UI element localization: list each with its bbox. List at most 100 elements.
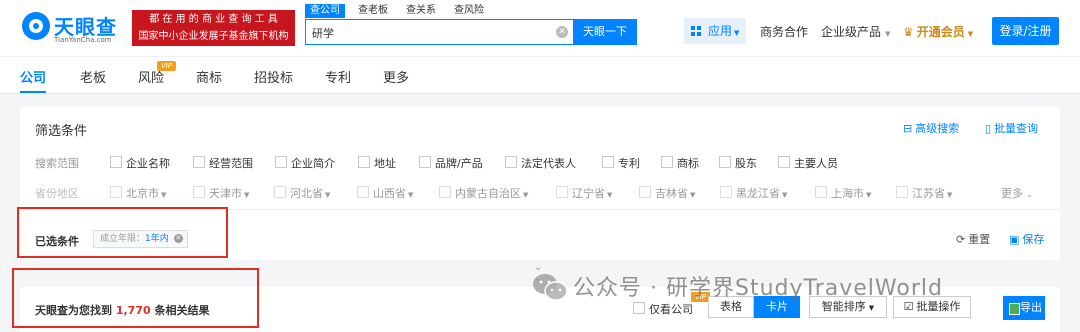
advanced-search-link[interactable]: ⊟ 高级搜索 [903, 120, 959, 136]
search-box: 研学 ✕ 天眼一下 [305, 19, 637, 45]
enterprise-products-menu[interactable]: 企业级产品 ▼ [821, 23, 890, 40]
login-register-button[interactable]: 登录/注册 [992, 17, 1059, 45]
more-regions-button[interactable]: 更多 ⌄ [1001, 185, 1033, 201]
caret-down-icon: ▼ [607, 191, 613, 199]
apps-menu-button[interactable]: 应用 ▼ [684, 18, 746, 44]
province-jilin[interactable]: 吉林省 ▼ [639, 185, 695, 201]
slogan-line-2: 国家中小企业发展子基金旗下机构 [138, 31, 289, 42]
province-tianjin[interactable]: 天津市 ▼ [193, 185, 249, 201]
document-icon: ▯ [985, 122, 992, 135]
caret-down-icon: ▼ [866, 191, 872, 199]
province-label: 黑龙江省 [736, 187, 780, 200]
province-label: 内蒙古自治区 [455, 187, 521, 200]
export-button[interactable]: 导出 [1003, 296, 1045, 320]
clear-icon[interactable]: ✕ [556, 26, 568, 38]
vip-badge: VIP [157, 61, 176, 71]
province-hebei[interactable]: 河北省 ▼ [274, 185, 330, 201]
filter-icon: ⊟ [903, 122, 913, 135]
business-cooperation-link[interactable]: 商务合作 [760, 23, 808, 40]
chevron-down-icon: ▼ [967, 30, 974, 38]
search-tab-relation[interactable]: 查关系 [401, 4, 441, 18]
search-tab-boss[interactable]: 查老板 [353, 4, 393, 18]
save-label: 保存 [1022, 233, 1045, 246]
province-label: 山西省 [373, 187, 406, 200]
search-tab-risk[interactable]: 查风险 [449, 4, 489, 18]
scope-checkbox-patent[interactable]: 专利 [602, 155, 640, 171]
wechat-icon [533, 274, 568, 301]
tab-boss[interactable]: 老板 [80, 67, 106, 86]
scope-checkbox-company-intro[interactable]: 企业简介 [275, 155, 335, 171]
tab-more[interactable]: 更多 [383, 67, 409, 86]
result-type-tabs: 公司 老板 风险 VIP 商标 招投标 专利 更多 [0, 56, 1080, 94]
only-company-checkbox[interactable]: 仅看公司 [633, 301, 693, 317]
caret-down-icon: ▼ [325, 191, 331, 199]
batch-query-label: 批量查询 [994, 122, 1039, 135]
caret-down-icon: ▼ [782, 191, 788, 199]
reset-button[interactable]: ⟳ 重置 [956, 231, 990, 247]
search-type-tabs: 查公司 查老板 查关系 查风险 [305, 4, 497, 18]
tab-bidding[interactable]: 招投标 [254, 67, 293, 86]
scope-checkbox-company-name[interactable]: 企业名称 [110, 155, 170, 171]
vip-membership-menu[interactable]: ♛ 开通会员 ▼ [903, 23, 973, 40]
apps-label: 应用 [708, 24, 733, 38]
tianyancha-logo[interactable]: 天眼查 TianYanCha.com [22, 8, 126, 48]
province-heilongjiang[interactable]: 黑龙江省 ▼ [720, 185, 787, 201]
province-label: 辽宁省 [572, 187, 605, 200]
watermark-text: 公众号 · 研学界StudyTravelWorld [573, 276, 943, 301]
search-scope-label: 搜索范围 [35, 157, 79, 170]
scope-checkbox-key-personnel[interactable]: 主要人员 [778, 155, 838, 171]
scope-checkbox-address[interactable]: 地址 [358, 155, 396, 171]
save-icon: ▣ [1009, 233, 1020, 246]
caret-down-icon: ▼ [244, 191, 250, 199]
enterprise-products-label: 企业级产品 [821, 25, 882, 39]
scope-checkbox-trademark[interactable]: 商标 [661, 155, 699, 171]
province-inner-mongolia[interactable]: 内蒙古自治区 ▼ [439, 185, 528, 201]
refresh-icon: ⟳ [956, 233, 966, 246]
province-label: 河北省 [290, 187, 323, 200]
tab-trademark[interactable]: 商标 [196, 67, 222, 86]
province-label: 吉林省 [655, 187, 688, 200]
caret-down-icon: ▼ [734, 29, 740, 37]
caret-down-icon: ▼ [408, 191, 414, 199]
caret-down-icon: ▼ [523, 191, 529, 199]
more-label: 更多 [1001, 187, 1023, 200]
caret-down-icon: ▼ [868, 304, 875, 312]
save-button[interactable]: ▣ 保存 [1009, 231, 1044, 247]
vip-label: 开通会员 [916, 25, 965, 39]
filter-title: 筛选条件 [35, 124, 88, 139]
batch-query-link[interactable]: ▯ 批量查询 [985, 120, 1038, 136]
province-label: 天津市 [209, 187, 242, 200]
province-label: 江苏省 [912, 187, 945, 200]
chevron-down-icon: ⌄ [1026, 190, 1033, 199]
province-label: 上海市 [831, 187, 864, 200]
caret-down-icon: ▼ [947, 191, 953, 199]
caret-down-icon: ▼ [161, 191, 167, 199]
crown-icon: ♛ [903, 25, 914, 39]
caret-down-icon: ▼ [690, 191, 696, 199]
highlight-box-result-count [12, 268, 259, 328]
eye-logo-icon [22, 12, 50, 40]
tab-patent[interactable]: 专利 [325, 67, 351, 86]
slogan-banner: 都 在 用 的 商 业 查 询 工 具 国家中小企业发展子基金旗下机构 [132, 10, 295, 46]
scope-checkbox-brand-product[interactable]: 品牌/产品 [419, 155, 483, 171]
active-tab-indicator [20, 91, 46, 93]
scope-checkbox-business-scope[interactable]: 经营范围 [193, 155, 253, 171]
province-shanghai[interactable]: 上海市 ▼ [815, 185, 871, 201]
slogan-line-1: 都 在 用 的 商 业 查 询 工 具 [149, 14, 278, 25]
search-tab-company[interactable]: 查公司 [305, 4, 345, 18]
province-liaoning[interactable]: 辽宁省 ▼ [556, 185, 612, 201]
province-jiangsu[interactable]: 江苏省 ▼ [896, 185, 952, 201]
highlight-box-selected-conditions [17, 207, 228, 258]
chevron-down-icon: ▼ [885, 30, 891, 38]
reset-label: 重置 [968, 233, 991, 246]
logo-domain: TianYanCha.com [54, 36, 112, 44]
province-beijing[interactable]: 北京市 ▼ [110, 185, 166, 201]
tab-company[interactable]: 公司 [20, 67, 46, 86]
scope-checkbox-shareholder[interactable]: 股东 [719, 155, 757, 171]
province-label: 北京市 [126, 187, 159, 200]
top-header: 天眼查 TianYanCha.com 都 在 用 的 商 业 查 询 工 具 国… [0, 0, 1080, 56]
search-button[interactable]: 天眼一下 [573, 19, 637, 45]
search-input[interactable]: 研学 [312, 25, 334, 41]
province-shanxi[interactable]: 山西省 ▼ [357, 185, 413, 201]
scope-checkbox-legal-rep[interactable]: 法定代表人 [505, 155, 576, 171]
